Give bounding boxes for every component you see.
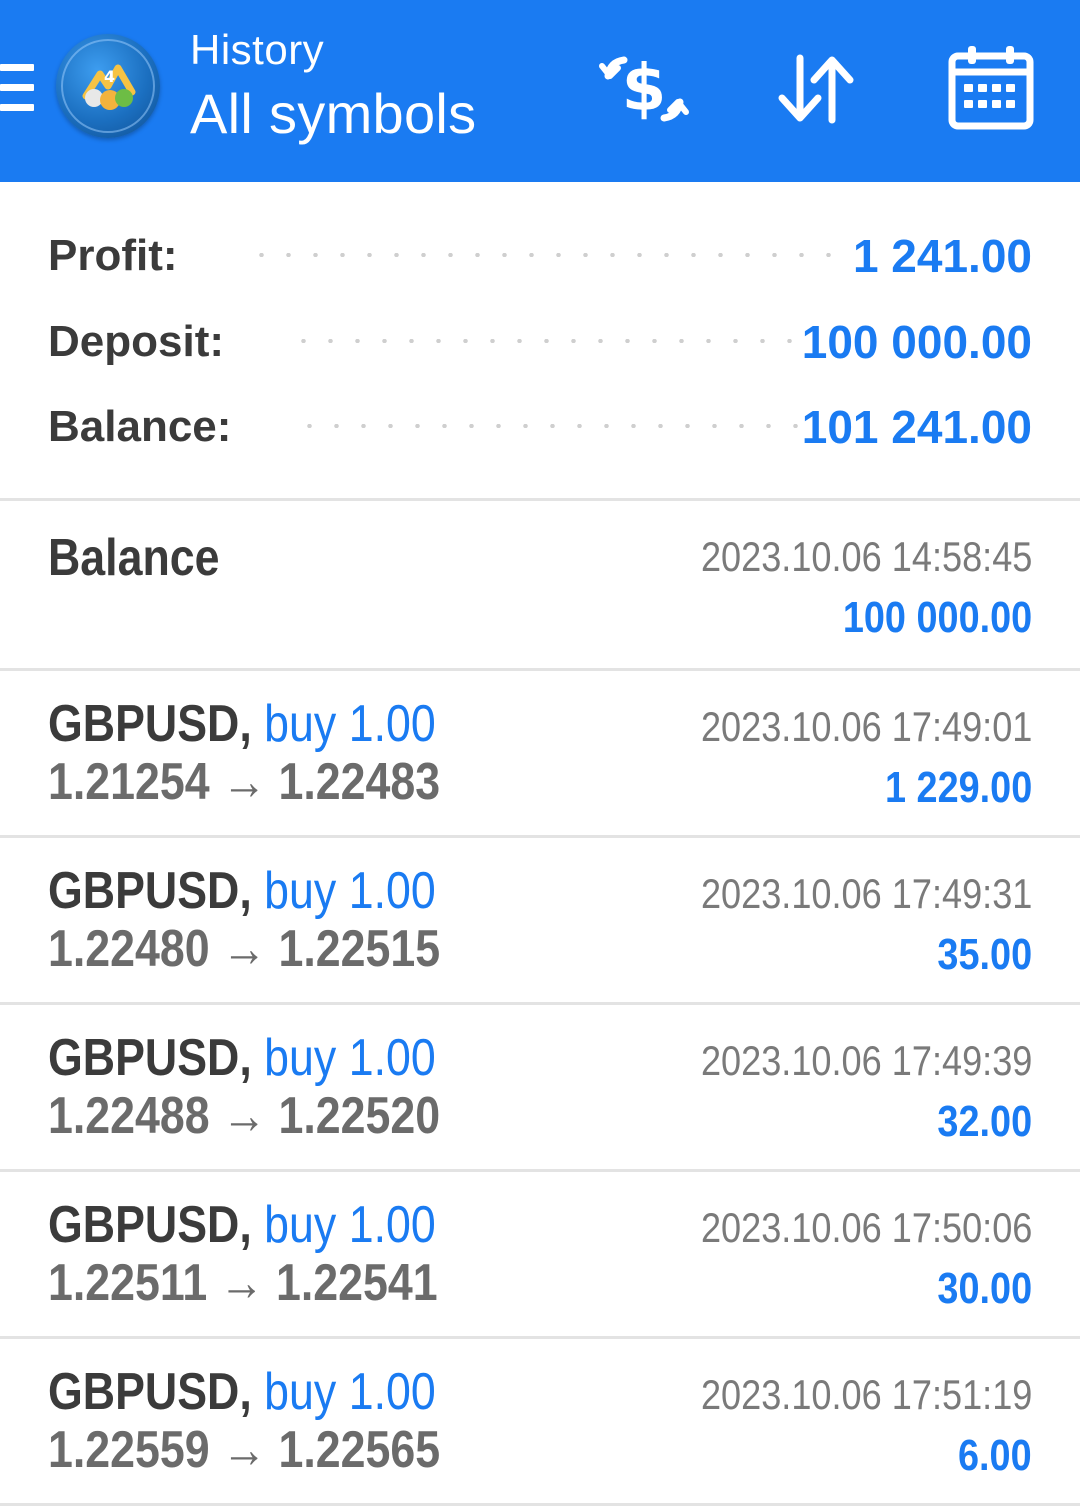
open-price: 1.21254 [48, 753, 210, 811]
deal-time: 2023.10.06 17:49:01 [700, 703, 1032, 750]
profit-row: Profit: 1 241.00 [48, 226, 1032, 286]
deal-type: buy [264, 1029, 337, 1087]
deal-prices: 1.22488 → 1.22520 [48, 1085, 440, 1147]
deal-profit: 30.00 [937, 1264, 1032, 1313]
deal-symbol: GBPUSD, [48, 862, 252, 920]
sort-arrows-icon[interactable] [766, 44, 866, 134]
deal-time: 2023.10.06 17:50:06 [700, 1204, 1032, 1251]
dot-leader [296, 424, 812, 428]
deal-type: buy [264, 862, 337, 920]
deal-title: GBPUSD, buy 1.00 [48, 693, 436, 755]
summary-panel: Profit: 1 241.00 Deposit: 100 000.00 Bal… [0, 182, 1080, 501]
arrow-right-icon: → [221, 1087, 267, 1145]
deal-profit: 1 229.00 [884, 763, 1032, 812]
deal-profit: 35.00 [937, 930, 1032, 979]
deal-prices: 1.22511 → 1.22541 [48, 1252, 438, 1314]
deal-title: GBPUSD, buy 1.00 [48, 1194, 436, 1256]
deal-item[interactable]: GBPUSD, buy 1.00 1.22559 → 1.22565 2023.10… [0, 1339, 1080, 1506]
deal-volume: 1.00 [348, 1029, 436, 1087]
deal-volume: 1.00 [348, 862, 436, 920]
profit-value: 1 241.00 [852, 230, 1032, 282]
balance-label: Balance: [48, 402, 232, 451]
deal-item[interactable]: GBPUSD, buy 1.00 1.22480 → 1.22515 2023.10… [0, 838, 1080, 1005]
dot-leader [290, 339, 810, 343]
operation-time: 2023.10.06 14:58:45 [700, 533, 1032, 580]
operation-label: Balance [48, 529, 220, 587]
svg-text:4: 4 [104, 67, 115, 86]
deal-volume: 1.00 [348, 695, 436, 753]
top-app-bar: 4 History All symbols $ [0, 0, 1080, 182]
profit-label: Profit: [48, 231, 178, 280]
dollar-exchange-icon[interactable]: $ [594, 44, 694, 134]
arrow-right-icon: → [221, 920, 267, 978]
close-price: 1.22520 [278, 1087, 441, 1145]
deal-type: buy [264, 1196, 337, 1254]
balance-value: 101 241.00 [801, 401, 1032, 453]
deal-prices: 1.22559 → 1.22565 [48, 1419, 440, 1481]
deposit-label: Deposit: [48, 317, 224, 366]
deal-volume: 1.00 [348, 1196, 436, 1254]
open-price: 1.22480 [48, 920, 210, 978]
arrow-right-icon: → [221, 753, 267, 811]
arrow-right-icon: → [219, 1254, 264, 1312]
title-block: History All symbols [190, 26, 476, 148]
deal-type: buy [264, 695, 337, 753]
dot-leader [248, 253, 848, 257]
deal-time: 2023.10.06 17:51:19 [700, 1371, 1032, 1418]
deal-time: 2023.10.06 17:49:31 [700, 870, 1032, 917]
metatrader-logo: 4 [56, 34, 160, 138]
menu-icon[interactable] [0, 62, 40, 118]
close-price: 1.22515 [278, 920, 441, 978]
arrow-right-icon: → [221, 1421, 267, 1479]
calendar-icon[interactable] [940, 44, 1040, 134]
close-price: 1.22483 [278, 753, 441, 811]
svg-text:$: $ [622, 52, 667, 126]
balance-row: Balance: 101 241.00 [48, 397, 1032, 457]
operation-amount: 100 000.00 [842, 593, 1032, 642]
page-title: History [190, 26, 325, 73]
close-price: 1.22541 [275, 1254, 438, 1312]
balance-operation-item[interactable]: Balance 2023.10.06 14:58:45 100 000.00 [0, 501, 1080, 671]
deal-title: GBPUSD, buy 1.00 [48, 1027, 436, 1089]
deal-item[interactable]: GBPUSD, buy 1.00 1.22488 → 1.22520 2023.10… [0, 1005, 1080, 1172]
deal-symbol: GBPUSD, [48, 695, 252, 753]
deposit-row: Deposit: 100 000.00 [48, 312, 1032, 372]
open-price: 1.22559 [48, 1421, 210, 1479]
deal-title: GBPUSD, buy 1.00 [48, 1361, 436, 1423]
deal-symbol: GBPUSD, [48, 1363, 252, 1421]
history-list: Balance 2023.10.06 14:58:45 100 000.00 G… [0, 501, 1080, 1506]
deal-title: GBPUSD, buy 1.00 [48, 860, 436, 922]
deal-item[interactable]: GBPUSD, buy 1.00 1.22511 → 1.22541 2023.10… [0, 1172, 1080, 1339]
deal-symbol: GBPUSD, [48, 1196, 252, 1254]
deal-profit: 6.00 [958, 1431, 1032, 1480]
deal-prices: 1.21254 → 1.22483 [48, 751, 440, 813]
deposit-value: 100 000.00 [801, 316, 1032, 368]
deal-profit: 32.00 [937, 1097, 1032, 1146]
deal-symbol: GBPUSD, [48, 1029, 252, 1087]
symbol-filter-label[interactable]: All symbols [190, 80, 476, 148]
history-screen: 4 History All symbols $ Profit: 1 241.00… [0, 0, 1080, 1508]
deal-volume: 1.00 [348, 1363, 436, 1421]
close-price: 1.22565 [278, 1421, 441, 1479]
deal-prices: 1.22480 → 1.22515 [48, 918, 440, 980]
open-price: 1.22488 [48, 1087, 210, 1145]
deal-time: 2023.10.06 17:49:39 [700, 1037, 1032, 1084]
deal-item[interactable]: GBPUSD, buy 1.00 1.21254 → 1.22483 2023.10… [0, 671, 1080, 838]
deal-type: buy [264, 1363, 337, 1421]
open-price: 1.22511 [48, 1254, 208, 1312]
